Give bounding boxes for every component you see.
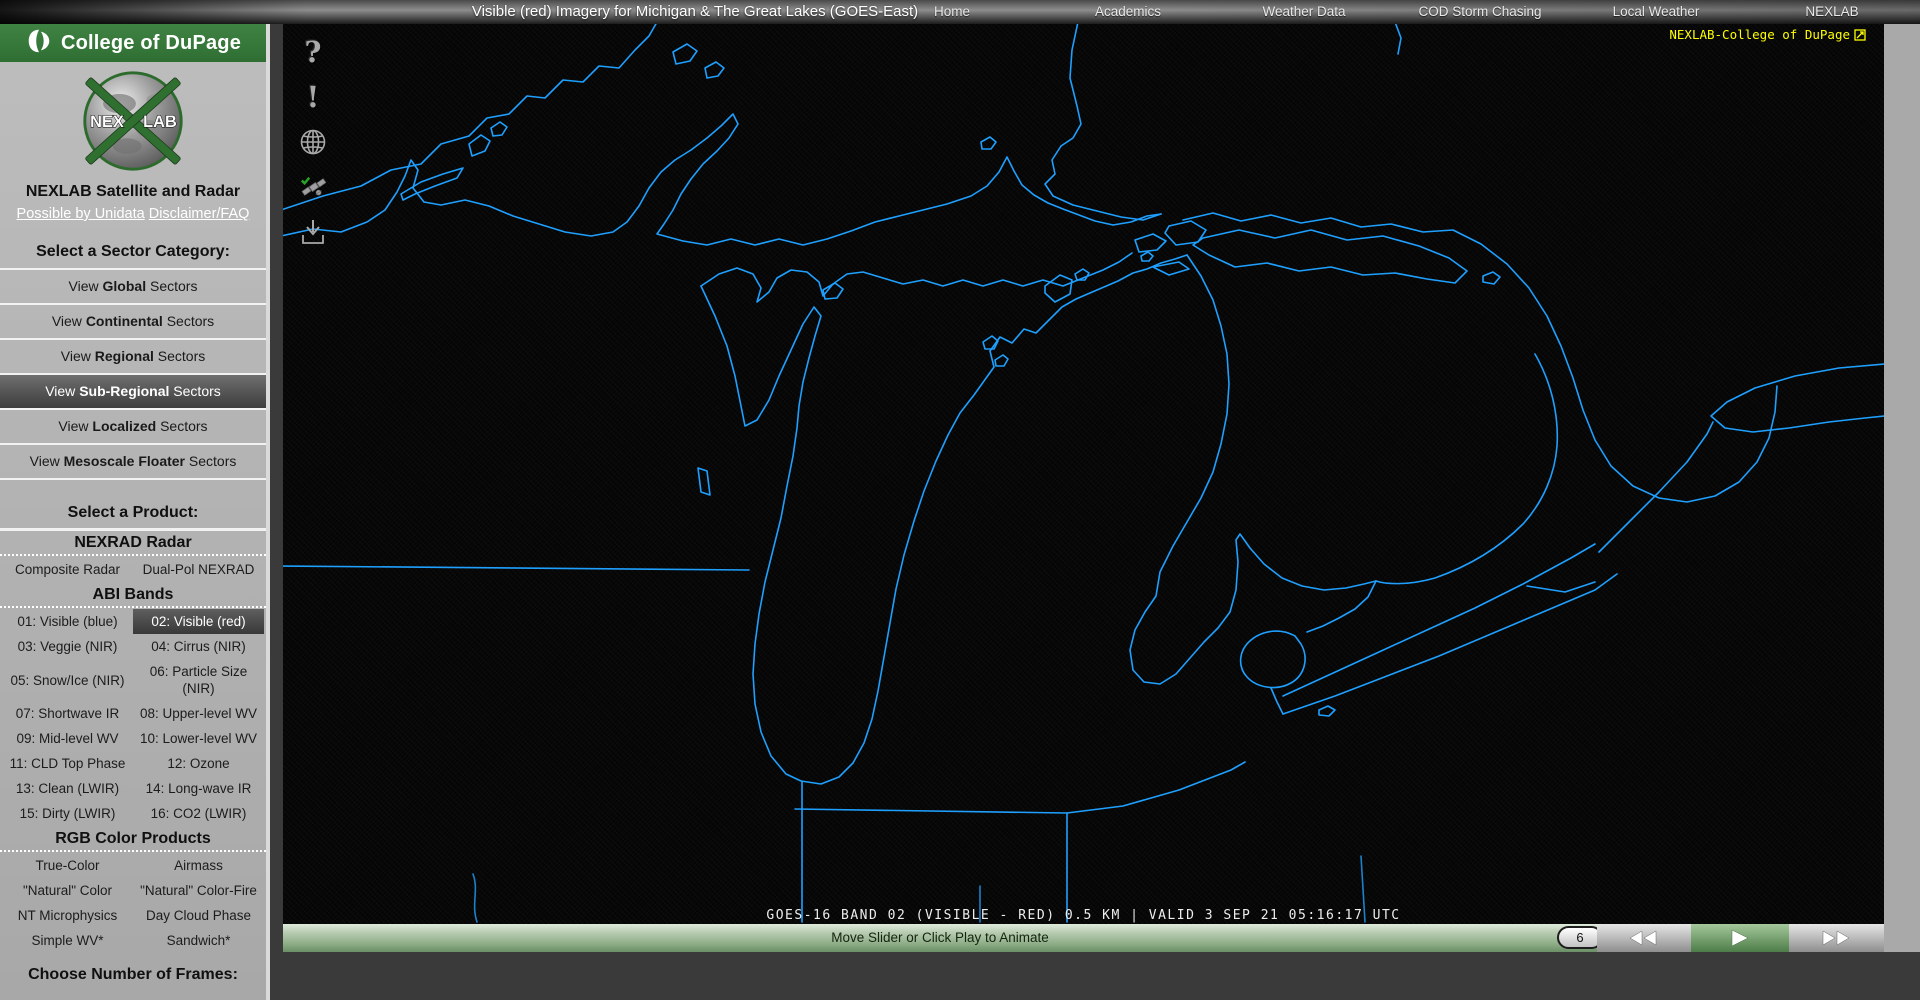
product-band-02-visible-red[interactable]: 02: Visible (red) — [133, 609, 264, 634]
app-title: NEXLAB Satellite and Radar — [0, 183, 266, 201]
product-heading: Select a Product: — [0, 504, 266, 522]
nav-item-home[interactable]: Home — [864, 0, 1040, 24]
product-band-12-ozone[interactable]: 12: Ozone — [133, 751, 264, 776]
sector-view-mesoscale-floater[interactable]: View Mesoscale Floater Sectors — [0, 445, 266, 480]
product-band-08-upper-level-wv[interactable]: 08: Upper-level WV — [133, 701, 264, 726]
nexlab-logo-nex: NEX — [90, 113, 124, 131]
sector-list: View Global Sectors View Continental Sec… — [0, 268, 266, 480]
credit-links: Possible by Unidata Disclaimer/FAQ — [0, 206, 266, 222]
product-dual-pol-nexrad[interactable]: Dual-Pol NEXRAD — [133, 557, 264, 582]
product-band-14-long-wave-ir[interactable]: 14: Long-wave IR — [133, 776, 264, 801]
sector-view-regional[interactable]: View Regional Sectors — [0, 340, 266, 375]
right-gutter — [1884, 24, 1920, 952]
product-band-16-co2-lwir[interactable]: 16: CO2 (LWIR) — [133, 801, 264, 826]
nav-item-cod-storm-chasing[interactable]: COD Storm Chasing — [1392, 0, 1568, 24]
animation-slider-track[interactable]: Move Slider or Click Play to Animate — [283, 924, 1597, 952]
product-day-cloud-phase[interactable]: Day Cloud Phase — [133, 903, 264, 928]
nav-menu: Home Academics Weather Data COD Storm Ch… — [864, 0, 1920, 24]
sector-view-continental[interactable]: View Continental Sectors — [0, 305, 266, 340]
product-band-11-cld-top-phase[interactable]: 11: CLD Top Phase — [2, 751, 133, 776]
globe-icon[interactable] — [299, 128, 327, 156]
map-toolbar: ? ! — [299, 38, 327, 246]
fast-forward-button[interactable] — [1789, 924, 1884, 952]
college-of-dupage-banner[interactable]: College of DuPage — [0, 24, 266, 62]
product-sandwich[interactable]: Sandwich* — [133, 928, 264, 953]
link-disclaimer-faq[interactable]: Disclaimer/FAQ — [149, 206, 250, 222]
product-simple-wv[interactable]: Simple WV* — [2, 928, 133, 953]
nav-item-nexlab[interactable]: NEXLAB — [1744, 0, 1920, 24]
product-composite-radar[interactable]: Composite Radar — [2, 557, 133, 582]
nav-item-weather-data[interactable]: Weather Data — [1216, 0, 1392, 24]
sector-view-localized[interactable]: View Localized Sectors — [0, 410, 266, 445]
product-band-06-particle-size[interactable]: 06: Particle Size (NIR) — [133, 659, 264, 701]
top-nav-bar: Visible (red) Imagery for Michigan & The… — [0, 0, 1920, 24]
frames-heading: Choose Number of Frames: — [0, 966, 266, 984]
product-natural-color[interactable]: "Natural" Color — [2, 878, 133, 903]
satellite-map-viewport[interactable]: ? ! — [283, 24, 1884, 924]
product-band-01-visible-blue[interactable]: 01: Visible (blue) — [2, 609, 133, 634]
product-band-15-dirty-lwir[interactable]: 15: Dirty (LWIR) — [2, 801, 133, 826]
alert-icon[interactable]: ! — [299, 83, 327, 111]
nav-item-academics[interactable]: Academics — [1040, 0, 1216, 24]
product-band-09-mid-level-wv[interactable]: 09: Mid-level WV — [2, 726, 133, 751]
college-of-dupage-name: College of DuPage — [61, 32, 241, 55]
play-icon — [1730, 929, 1750, 947]
satellite-icon[interactable] — [299, 173, 327, 201]
product-natural-color-fire[interactable]: "Natural" Color-Fire — [133, 878, 264, 903]
help-icon[interactable]: ? — [299, 38, 327, 66]
image-caption: GOES-16 BAND 02 (VISIBLE - RED) 0.5 KM |… — [283, 908, 1884, 923]
rewind-button[interactable] — [1597, 924, 1691, 952]
product-band-07-shortwave-ir[interactable]: 07: Shortwave IR — [2, 701, 133, 726]
nav-item-local-weather[interactable]: Local Weather — [1568, 0, 1744, 24]
product-band-03-veggie[interactable]: 03: Veggie (NIR) — [2, 634, 133, 659]
product-band-05-snow-ice[interactable]: 05: Snow/Ice (NIR) — [2, 668, 133, 693]
nexrad-product-grid: Composite Radar Dual-Pol NEXRAD — [0, 556, 266, 583]
sector-view-global[interactable]: View Global Sectors — [0, 270, 266, 305]
product-true-color[interactable]: True-Color — [2, 853, 133, 878]
fast-forward-icon — [1820, 930, 1854, 946]
rewind-icon — [1627, 930, 1661, 946]
map-credit-text: NEXLAB-College of DuPage — [1669, 27, 1850, 42]
product-nt-microphysics[interactable]: NT Microphysics — [2, 903, 133, 928]
product-band-10-lower-level-wv[interactable]: 10: Lower-level WV — [133, 726, 264, 751]
great-lakes-outline-map — [283, 24, 1884, 924]
product-band-13-clean-lwir[interactable]: 13: Clean (LWIR) — [2, 776, 133, 801]
sector-category-heading: Select a Sector Category: — [0, 243, 266, 261]
sector-view-sub-regional[interactable]: View Sub-Regional Sectors — [0, 375, 266, 410]
external-link-icon — [1854, 29, 1866, 41]
animation-control-bar: Move Slider or Click Play to Animate 6 — [283, 924, 1884, 952]
play-button[interactable] — [1691, 924, 1789, 952]
nexlab-logo[interactable]: NEX LAB — [79, 67, 187, 180]
college-of-dupage-logo-icon — [25, 27, 53, 60]
sidebar: College of DuPage — [0, 24, 270, 1000]
download-icon[interactable] — [299, 218, 327, 246]
rgb-product-grid: True-Color Airmass "Natural" Color "Natu… — [0, 852, 266, 954]
link-possible-by-unidata[interactable]: Possible by Unidata — [17, 206, 145, 222]
section-nexrad-radar: NEXRAD Radar — [0, 528, 266, 556]
section-rgb-color-products: RGB Color Products — [0, 827, 266, 852]
map-credit: NEXLAB-College of DuPage — [1669, 27, 1866, 42]
product-band-04-cirrus[interactable]: 04: Cirrus (NIR) — [133, 634, 264, 659]
nexlab-logo-lab: LAB — [143, 113, 177, 131]
abi-band-grid: 01: Visible (blue) 02: Visible (red) 03:… — [0, 608, 266, 827]
section-abi-bands: ABI Bands — [0, 583, 266, 608]
product-airmass[interactable]: Airmass — [133, 853, 264, 878]
